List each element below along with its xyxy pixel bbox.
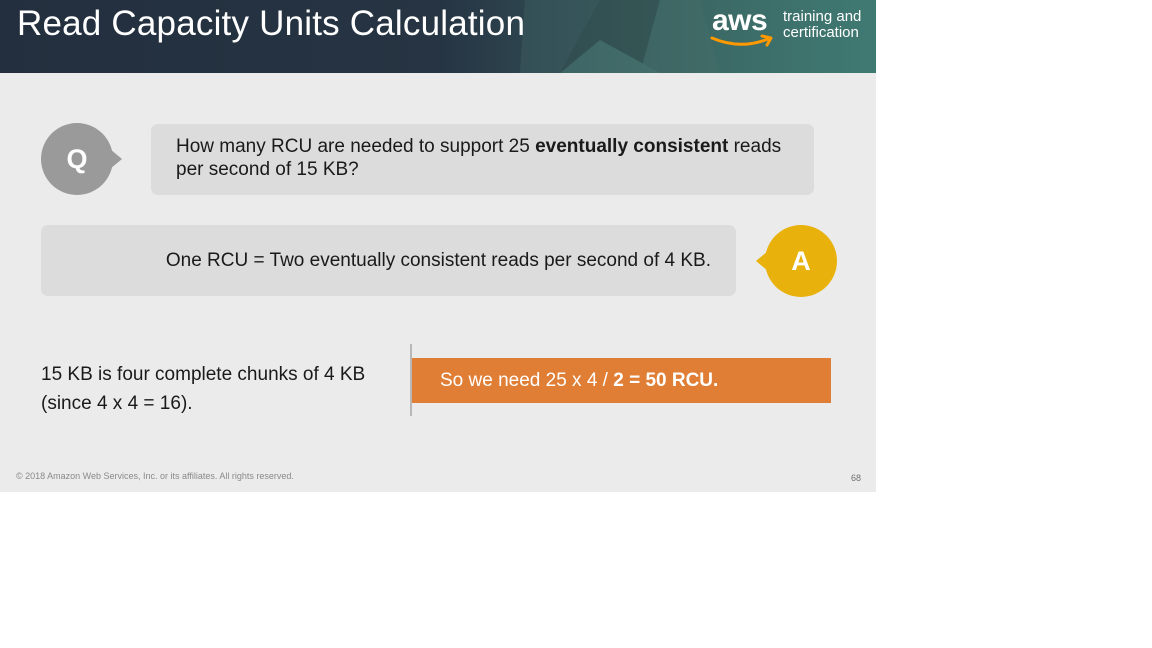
logo-line-1: training and — [783, 8, 862, 25]
question-badge: Q — [41, 123, 122, 195]
logo-line-2: certification — [783, 24, 859, 41]
slide-header: Read Capacity Units Calculation aws trai… — [0, 0, 876, 73]
question-callout: How many RCU are needed to support 25 ev… — [151, 124, 814, 195]
answer-callout: One RCU = Two eventually consistent read… — [41, 225, 736, 296]
aws-logo-word: aws — [712, 4, 768, 37]
result-text-start: So we need 25 x 4 / — [440, 369, 614, 391]
page-number: 68 — [851, 473, 862, 483]
question-text-start: How many RCU are needed to support 25 — [176, 136, 536, 157]
slide-title: Read Capacity Units Calculation — [17, 4, 526, 43]
question-text-emphasis: eventually consistent — [535, 136, 729, 157]
slide: Read Capacity Units Calculation aws trai… — [0, 0, 876, 492]
result-box: So we need 25 x 4 / 2 = 50 RCU. — [412, 358, 831, 403]
explanation-line-2: (since 4 x 4 = 16). — [41, 393, 193, 414]
aws-smile-icon — [710, 34, 773, 47]
explanation-text: 15 KB is four complete chunks of 4 KB (s… — [41, 363, 371, 415]
answer-text: One RCU = Two eventually consistent read… — [165, 249, 711, 271]
aws-training-logo: aws training and certification — [708, 4, 874, 54]
logo-subtitle: training and certification — [783, 9, 861, 41]
explanation-line-1: 15 KB is four complete chunks of 4 KB — [41, 364, 366, 385]
answer-badge: A — [756, 225, 837, 297]
copyright-notice: © 2018 Amazon Web Services, Inc. or its … — [16, 471, 294, 481]
result-text-emphasis: 2 = 50 RCU. — [613, 369, 719, 391]
